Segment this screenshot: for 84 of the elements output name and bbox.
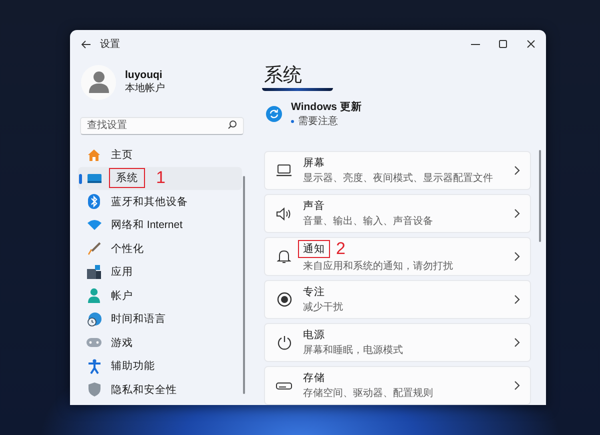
person-icon — [87, 288, 101, 304]
settings-card[interactable]: 通知 2 来自应用和系统的通知，请勿打扰 — [264, 237, 531, 276]
card-subtitle: 来自应用和系统的通知，请勿打扰 — [303, 260, 454, 273]
home-icon — [87, 148, 101, 162]
windows-update-item[interactable]: Windows 更新 需要注意 — [264, 101, 546, 127]
nav-label: 个性化 — [111, 242, 144, 256]
account-name: luyouqi — [125, 69, 164, 81]
chevron-right-icon — [514, 166, 520, 175]
maximize-icon — [498, 40, 506, 48]
nav-label: 帐户 — [111, 288, 133, 303]
nav-item[interactable]: 个性化 — [78, 237, 242, 260]
monitor-icon — [86, 172, 102, 184]
nav-item[interactable]: 隐私和安全性 — [78, 378, 242, 402]
nav-item[interactable]: 蓝牙和其他设备 — [78, 190, 242, 214]
settings-card[interactable]: 声音 音量、输出、输入、声音设备 — [264, 194, 531, 233]
nav-item[interactable]: 帐户 — [78, 284, 242, 308]
back-arrow-icon — [81, 40, 91, 48]
wifi-icon — [86, 219, 102, 232]
update-title: Windows 更新 — [291, 100, 362, 114]
settings-card[interactable]: 屏幕 显示器、亮度、夜间模式、显示器配置文件 — [264, 151, 531, 190]
settings-card[interactable]: 电源 屏幕和睡眠，电源模式 — [264, 323, 531, 362]
search-field[interactable]: 查找设置 — [80, 116, 244, 134]
card-title: 声音 — [303, 199, 325, 213]
card-subtitle: 存储空间、驱动器、配置规则 — [303, 386, 434, 400]
nav-item[interactable]: 网络和 Internet — [78, 214, 242, 237]
gamepad-icon — [86, 337, 102, 348]
nav-item[interactable]: 系统 1 — [78, 166, 242, 190]
nav-label: 主页 — [111, 148, 133, 162]
globe-clock-icon — [86, 312, 102, 327]
card-title: 存储 — [303, 371, 325, 385]
update-icon — [266, 106, 282, 122]
card-title: 电源 — [303, 328, 325, 342]
nav-label: 蓝牙和其他设备 — [111, 194, 188, 209]
update-status: 需要注意 — [298, 114, 338, 128]
nav-label: 网络和 Internet — [111, 218, 183, 232]
account-type: 本地帐户 — [125, 82, 165, 95]
window-title: 设置 — [100, 38, 121, 51]
settings-card[interactable]: 专注 减少干扰 — [264, 280, 531, 319]
bluetooth-icon — [88, 194, 100, 210]
card-title: 通知 — [298, 240, 330, 258]
annotation-number: 1 — [156, 168, 166, 188]
nav-item[interactable]: 辅助功能 — [78, 354, 242, 378]
chevron-right-icon — [514, 209, 520, 218]
card-title: 屏幕 — [303, 156, 325, 170]
chevron-right-icon — [514, 252, 520, 261]
chevron-right-icon — [514, 338, 520, 347]
nav-item[interactable]: 应用 — [78, 260, 242, 284]
nav-label: 辅助功能 — [111, 359, 155, 374]
shield-icon — [88, 382, 100, 398]
page-title: 系统 — [264, 64, 303, 88]
card-subtitle: 减少干扰 — [303, 300, 344, 314]
card-subtitle: 显示器、亮度、夜间模式、显示器配置文件 — [303, 172, 494, 185]
card-title: 专注 — [303, 285, 325, 299]
nav-label: 系统 — [109, 168, 145, 188]
laptop-icon — [276, 164, 292, 177]
nav-item[interactable]: 时间和语言 — [78, 308, 242, 331]
nav-label: 应用 — [111, 265, 133, 280]
wallpaper-thumbnail — [262, 88, 333, 91]
status-dot-icon — [291, 120, 294, 122]
nav-label: 时间和语言 — [111, 312, 166, 326]
storage-icon — [276, 382, 292, 390]
apps-icon — [87, 265, 101, 280]
brush-icon — [87, 242, 101, 256]
selection-indicator — [79, 174, 82, 184]
nav-label: 隐私和安全性 — [111, 382, 177, 397]
chevron-right-icon — [514, 381, 520, 390]
scrollbar[interactable] — [243, 176, 245, 394]
person-silhouette-icon — [88, 71, 108, 93]
search-icon — [228, 120, 237, 129]
accessibility-icon — [88, 358, 100, 374]
card-subtitle: 屏幕和睡眠，电源模式 — [303, 344, 404, 357]
bell-icon — [277, 249, 291, 264]
nav-item[interactable]: 主页 — [78, 143, 242, 166]
annotation-number: 2 — [336, 242, 346, 256]
chevron-right-icon — [514, 295, 520, 304]
power-icon — [276, 335, 292, 350]
nav-label: 游戏 — [111, 336, 133, 350]
speaker-icon — [276, 206, 292, 220]
focus-icon — [276, 292, 292, 307]
nav-item[interactable]: 游戏 — [78, 331, 242, 354]
card-subtitle: 音量、输出、输入、声音设备 — [303, 214, 434, 228]
close-icon — [527, 40, 535, 48]
scrollbar[interactable] — [539, 150, 541, 242]
settings-card[interactable]: 存储 存储空间、驱动器、配置规则 — [264, 366, 531, 405]
